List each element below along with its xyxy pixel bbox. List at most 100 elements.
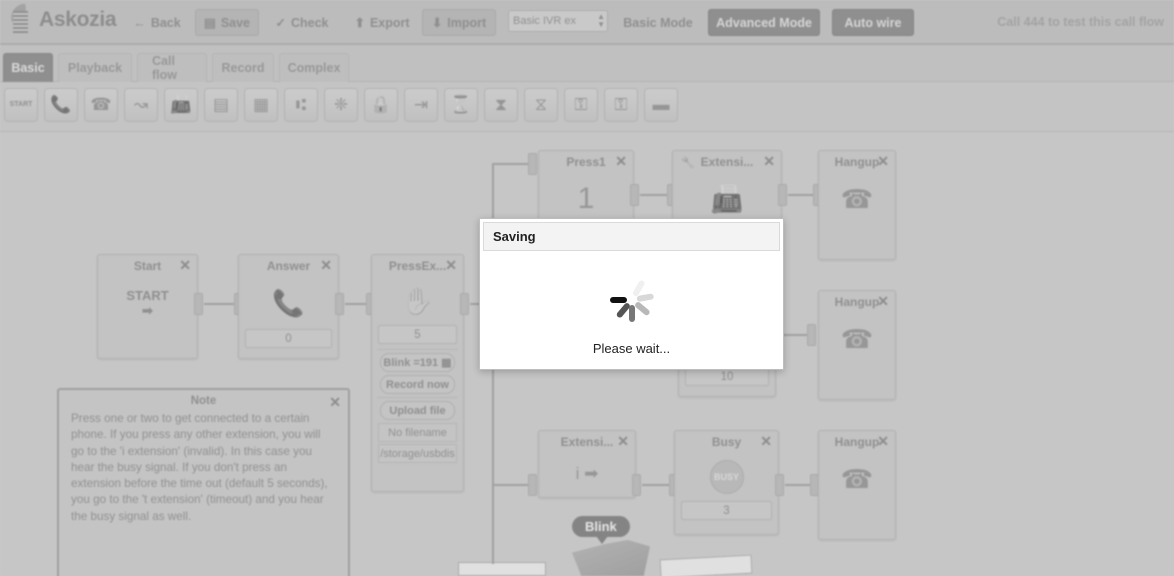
keypad-icon: ▦ bbox=[252, 95, 270, 114]
auto-wire-button[interactable]: Auto wire bbox=[832, 9, 914, 36]
node-pressex-field[interactable]: 5 bbox=[378, 325, 457, 344]
palette-hangup-tool[interactable]: ☎ bbox=[84, 88, 118, 122]
hangup-icon: ☎ bbox=[840, 463, 874, 494]
upload-file-button[interactable]: Upload file bbox=[380, 401, 455, 420]
callflow-select[interactable]: Basic IVR ex ▲ ▼ bbox=[508, 10, 608, 32]
close-icon[interactable]: ✕ bbox=[877, 434, 889, 448]
palette-start-tool[interactable]: START bbox=[4, 88, 38, 122]
close-icon[interactable]: ✕ bbox=[617, 434, 629, 448]
port-start-out[interactable] bbox=[194, 293, 203, 315]
node-extension-2[interactable]: Extensi... ✕ i ➡ bbox=[538, 430, 636, 498]
node-start[interactable]: Start ✕ START ➡ bbox=[97, 254, 198, 359]
palette-unlock-tool[interactable]: ⚿ bbox=[604, 88, 638, 122]
link-busy-hangup3 bbox=[785, 480, 817, 490]
tab-callflow[interactable]: Call flow bbox=[137, 53, 207, 82]
note-text: Press one or two to get connected to a c… bbox=[71, 412, 328, 523]
palette-goto-tool[interactable]: ⇥ bbox=[404, 88, 438, 122]
link-ext2-busy bbox=[642, 480, 676, 490]
node-hangup-2[interactable]: Hangup ✕ ☎ bbox=[818, 290, 896, 400]
node-answer-label: Answer bbox=[266, 259, 311, 273]
brand-name: Askozia bbox=[39, 8, 117, 31]
basic-mode-label: Basic Mode bbox=[623, 15, 693, 30]
link-mid-hangup2 bbox=[782, 330, 814, 340]
close-icon[interactable]: ✕ bbox=[320, 258, 332, 272]
palette-lock-tool[interactable]: 🔒 bbox=[364, 88, 398, 122]
tab-playback[interactable]: Playback bbox=[58, 53, 132, 82]
close-icon[interactable]: ✕ bbox=[615, 154, 627, 168]
playback-icon: ▤ bbox=[212, 95, 230, 114]
record-now-button[interactable]: Record now bbox=[380, 375, 455, 394]
tab-basic[interactable]: Basic bbox=[3, 53, 53, 82]
start-icon: START bbox=[9, 101, 33, 108]
tab-record[interactable]: Record bbox=[212, 53, 274, 82]
tab-complex-label: Complex bbox=[287, 61, 341, 75]
callflow-select-value: Basic IVR ex bbox=[513, 15, 576, 27]
port-ext1-out[interactable] bbox=[778, 184, 787, 206]
port-answer-out[interactable] bbox=[335, 293, 344, 315]
node-pressextension[interactable]: PressEx... ✕ ✋ 5 Blink =191 ▦ Record now … bbox=[371, 254, 464, 492]
port-press1-out[interactable] bbox=[630, 184, 639, 206]
basic-mode-button[interactable]: Basic Mode bbox=[616, 9, 700, 36]
arrow-left-icon: ← bbox=[133, 15, 146, 30]
conference-icon: ❈ bbox=[333, 95, 349, 114]
digit-one-icon: 1 bbox=[577, 182, 595, 215]
node-answer-field[interactable]: 0 bbox=[245, 329, 332, 348]
extension-icon: 📠 bbox=[710, 183, 744, 214]
palette-secure-tool[interactable]: ⚿ bbox=[564, 88, 598, 122]
blink-button[interactable]: Blink =191 ▦ bbox=[380, 353, 455, 372]
tab-complex[interactable]: Complex bbox=[279, 53, 349, 82]
palette-menu-tool[interactable]: ⑆ bbox=[284, 88, 318, 122]
transfer-icon: ↝ bbox=[133, 95, 149, 114]
blink-tooltip: Blink bbox=[572, 516, 630, 544]
node-press1-label: Press1 bbox=[566, 155, 606, 169]
node-hangup-1[interactable]: Hangup ✕ ☎ bbox=[818, 150, 896, 260]
link-answer-pressex bbox=[345, 299, 373, 309]
node-hangup-3[interactable]: Hangup ✕ ☎ bbox=[818, 430, 896, 540]
close-icon[interactable]: ✕ bbox=[760, 434, 772, 448]
save-icon: ▤ bbox=[204, 16, 216, 30]
close-icon[interactable]: ✕ bbox=[329, 394, 341, 411]
close-icon[interactable]: ✕ bbox=[445, 258, 457, 272]
check-button[interactable]: ✓ Check bbox=[268, 9, 336, 36]
import-button[interactable]: ⬇ Import bbox=[422, 9, 496, 36]
export-button[interactable]: ⬆ Export bbox=[345, 9, 419, 36]
save-button[interactable]: ▤ Save bbox=[195, 9, 259, 36]
palette-playback-tool[interactable]: ▤ bbox=[204, 88, 238, 122]
node-busy[interactable]: Busy ✕ BUSY 3 bbox=[674, 430, 779, 535]
port-ext2-in[interactable] bbox=[528, 474, 537, 496]
wrench-icon: 🔧 bbox=[681, 157, 695, 169]
palette-conference-tool[interactable]: ❈ bbox=[324, 88, 358, 122]
back-button[interactable]: ← Back bbox=[128, 9, 186, 36]
port-press1-in[interactable] bbox=[528, 153, 537, 175]
port-busy-out[interactable] bbox=[775, 474, 784, 496]
close-icon[interactable]: ✕ bbox=[877, 154, 889, 168]
port-hangup2-in[interactable] bbox=[807, 324, 816, 346]
palette-timeout-tool[interactable]: ⧗ bbox=[484, 88, 518, 122]
palette-wait-tool[interactable]: ⌛ bbox=[444, 88, 478, 122]
advanced-mode-button[interactable]: Advanced Mode bbox=[708, 9, 820, 36]
node-start-title: Start ✕ bbox=[98, 255, 197, 277]
link-press1-ext1 bbox=[640, 190, 674, 200]
app-header: Askozia ← Back ▤ Save ✓ Check ⬆ Export ⬇… bbox=[0, 0, 1174, 45]
node-busy-field[interactable]: 3 bbox=[681, 501, 772, 520]
partial-node-right[interactable] bbox=[659, 554, 753, 576]
palette-transfer-tool[interactable]: ↝ bbox=[124, 88, 158, 122]
tab-record-label: Record bbox=[221, 61, 265, 75]
close-icon[interactable]: ✕ bbox=[877, 294, 889, 308]
close-icon[interactable]: ✕ bbox=[763, 154, 775, 168]
link-ext1-hangup1 bbox=[788, 190, 820, 200]
port-ext2-out[interactable] bbox=[632, 474, 641, 496]
palette-answer-tool[interactable]: 📞 bbox=[44, 88, 78, 122]
node-start-glyph: START ➡ bbox=[126, 288, 169, 318]
palette-keypad-tool[interactable]: ▦ bbox=[244, 88, 278, 122]
port-pressex-out[interactable] bbox=[460, 293, 469, 315]
partial-node-left[interactable] bbox=[458, 562, 546, 576]
extension-icon: 📠 bbox=[170, 95, 192, 114]
palette-timer-tool[interactable]: ⧖ bbox=[524, 88, 558, 122]
palette-note-tool[interactable]: ▬ bbox=[644, 88, 678, 122]
note-box[interactable]: Note ✕ Press one or two to get connected… bbox=[57, 388, 350, 576]
close-icon[interactable]: ✕ bbox=[179, 258, 191, 272]
node-answer[interactable]: Answer ✕ 📞 0 bbox=[238, 254, 339, 359]
palette-extension-tool[interactable]: 📠 bbox=[164, 88, 198, 122]
node-hangup2-label: Hangup bbox=[834, 295, 880, 309]
